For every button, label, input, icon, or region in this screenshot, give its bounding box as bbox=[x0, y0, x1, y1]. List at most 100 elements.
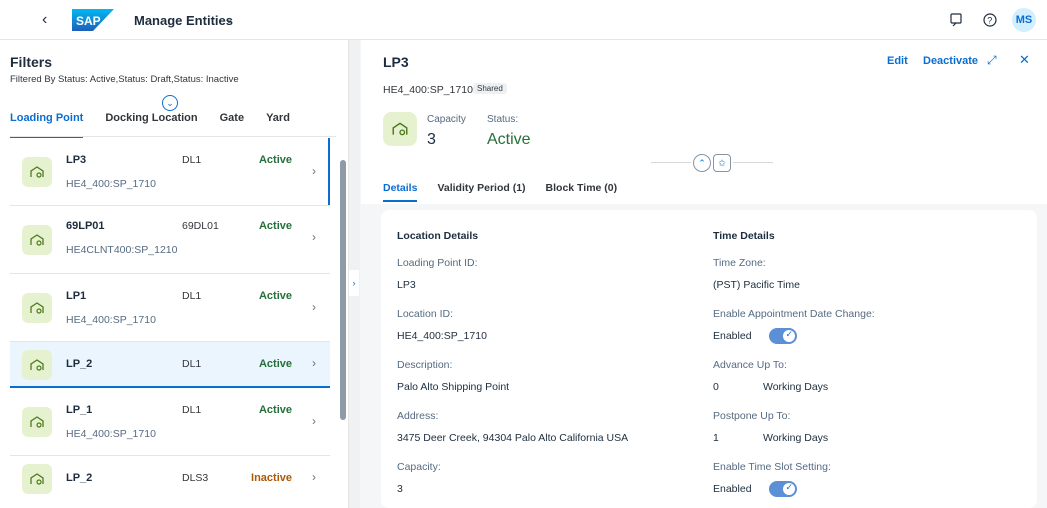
time-slot-toggle[interactable]: ✓ bbox=[769, 481, 797, 497]
item-name: LP3 bbox=[66, 154, 87, 166]
collapse-header-button[interactable]: ⌃ bbox=[693, 154, 711, 172]
detail-panel: LP3 Edit Deactivate ⤢ ✕ HE4_400:SP_1710 … bbox=[361, 40, 1047, 508]
item-docking: DL1 bbox=[182, 290, 202, 302]
capacity-field-value: 3 bbox=[397, 483, 403, 495]
tab-loading-point[interactable]: Loading Point bbox=[10, 112, 84, 138]
item-name: LP1 bbox=[66, 290, 87, 302]
loading-point-icon bbox=[22, 350, 52, 380]
item-location: HE4CLNT400:SP_1210 bbox=[66, 244, 178, 256]
avatar[interactable]: MS bbox=[1012, 8, 1036, 32]
filters-title: Filters bbox=[10, 54, 53, 70]
status-badge: Inactive bbox=[251, 472, 292, 484]
item-docking: DL1 bbox=[182, 358, 202, 370]
status-badge: Active bbox=[258, 290, 292, 302]
details-card: Location Details Loading Point ID: LP3 L… bbox=[381, 210, 1037, 508]
status-label: Status: bbox=[487, 114, 519, 125]
description-value: Palo Alto Shipping Point bbox=[397, 381, 510, 393]
status-badge: Active bbox=[258, 154, 292, 166]
entity-tabs: Loading Point Docking Location Gate Yard bbox=[10, 112, 312, 138]
capacity-value: 3 bbox=[427, 131, 436, 148]
item-location: HE4_400:SP_1710 bbox=[66, 428, 156, 440]
shell-bar: ‹ SAP Manage Entities ⌄ ? MS bbox=[0, 0, 1047, 40]
tabs-divider bbox=[10, 136, 336, 137]
appointment-change-value: Enabled bbox=[713, 330, 752, 342]
app-title[interactable]: Manage Entities bbox=[134, 13, 233, 28]
tab-validity-period[interactable]: Validity Period (1) bbox=[437, 182, 525, 202]
description-label: Description: bbox=[397, 359, 453, 371]
item-docking: DL1 bbox=[182, 404, 202, 416]
appointment-change-toggle[interactable]: ✓ bbox=[769, 328, 797, 344]
sap-logo[interactable]: SAP bbox=[72, 9, 114, 31]
fullscreen-icon[interactable]: ⤢ bbox=[987, 53, 997, 68]
list-item[interactable]: LP_2 DL1 Active › bbox=[10, 342, 330, 388]
check-icon: ✓ bbox=[785, 329, 793, 339]
detail-tabs: Details Validity Period (1) Block Time (… bbox=[383, 182, 637, 202]
deactivate-button[interactable]: Deactivate bbox=[923, 55, 978, 67]
loading-point-icon bbox=[22, 157, 52, 187]
loading-point-id-value: LP3 bbox=[397, 279, 416, 291]
tab-details[interactable]: Details bbox=[383, 182, 418, 202]
chevron-up-icon: ⌃ bbox=[698, 157, 706, 168]
location-id-value: HE4_400:SP_1710 bbox=[397, 330, 487, 342]
chevron-right-icon: › bbox=[352, 278, 356, 288]
close-icon[interactable]: ✕ bbox=[1019, 52, 1030, 68]
item-docking: DL1 bbox=[182, 154, 202, 166]
list-scrollbar[interactable] bbox=[340, 160, 346, 420]
list-item[interactable]: LP_2 DLS3 Inactive › bbox=[10, 456, 330, 502]
status-badge: Active bbox=[258, 220, 292, 232]
item-name: LP_2 bbox=[66, 358, 93, 370]
pin-header-button[interactable]: ✩ bbox=[713, 154, 731, 172]
back-icon[interactable]: ‹ bbox=[42, 11, 47, 29]
header-divider bbox=[733, 162, 773, 163]
address-value: 3475 Deer Creek, 94304 Palo Alto Califor… bbox=[397, 432, 629, 444]
postpone-up-to-unit: Working Days bbox=[763, 432, 829, 444]
tab-yard[interactable]: Yard bbox=[266, 112, 290, 138]
help-icon[interactable]: ? bbox=[980, 10, 1000, 30]
chevron-right-icon: › bbox=[312, 164, 316, 178]
loading-point-icon bbox=[383, 112, 417, 146]
item-docking: DLS3 bbox=[182, 472, 209, 484]
loading-point-icon bbox=[22, 407, 52, 437]
capacity-label: Capacity bbox=[427, 114, 466, 125]
list-item[interactable]: LP3 HE4_400:SP_1710 DL1 Active › bbox=[10, 138, 330, 206]
page-title: LP3 bbox=[383, 54, 409, 70]
loading-point-icon bbox=[22, 464, 52, 494]
postpone-up-to-label: Postpone Up To: bbox=[713, 410, 791, 422]
list-panel: Filters Filtered By Status: Active,Statu… bbox=[0, 40, 348, 508]
tab-gate[interactable]: Gate bbox=[220, 112, 244, 138]
capacity-field-label: Capacity: bbox=[397, 461, 441, 473]
item-docking: 69DL01 bbox=[182, 220, 219, 232]
check-icon: ✓ bbox=[785, 482, 793, 492]
notification-icon[interactable] bbox=[946, 10, 966, 30]
chevron-right-icon: › bbox=[312, 470, 316, 484]
selection-indicator bbox=[328, 138, 330, 205]
time-zone-label: Time Zone: bbox=[713, 257, 766, 269]
collapse-header-button[interactable]: ⌄ bbox=[162, 95, 178, 111]
chevron-right-icon: › bbox=[312, 230, 316, 244]
location-id-label: Location ID: bbox=[397, 308, 454, 320]
edit-button[interactable]: Edit bbox=[887, 55, 908, 67]
list-item[interactable]: LP1 HE4_400:SP_1710 DL1 Active › bbox=[10, 274, 330, 342]
location-subtitle: HE4_400:SP_1710 bbox=[383, 84, 473, 96]
filters-summary: Filtered By Status: Active,Status: Draft… bbox=[10, 74, 239, 85]
postpone-up-to-value: 1 bbox=[713, 432, 719, 444]
list-item[interactable]: 69LP01 HE4CLNT400:SP_1210 69DL01 Active … bbox=[10, 206, 330, 274]
appointment-change-label: Enable Appointment Date Change: bbox=[713, 308, 875, 320]
address-label: Address: bbox=[397, 410, 439, 422]
chevron-right-icon: › bbox=[312, 300, 316, 314]
loading-point-icon bbox=[22, 293, 52, 323]
chevron-right-icon: › bbox=[312, 414, 316, 428]
list-item[interactable]: LP_1 HE4_400:SP_1710 DL1 Active › bbox=[10, 388, 330, 456]
chevron-down-icon[interactable]: ⌄ bbox=[224, 12, 234, 26]
expand-panel-button[interactable]: › bbox=[349, 270, 359, 296]
header-divider bbox=[651, 162, 691, 163]
tab-block-time[interactable]: Block Time (0) bbox=[546, 182, 618, 202]
advance-up-to-unit: Working Days bbox=[763, 381, 829, 393]
tab-docking-location[interactable]: Docking Location bbox=[105, 112, 197, 138]
loading-point-list: LP3 HE4_400:SP_1710 DL1 Active › 69LP01 … bbox=[10, 138, 330, 502]
status-badge: Active bbox=[258, 404, 292, 416]
status-value: Active bbox=[487, 131, 531, 148]
chevron-down-icon: ⌄ bbox=[166, 97, 174, 108]
item-location: HE4_400:SP_1710 bbox=[66, 178, 156, 190]
advance-up-to-label: Advance Up To: bbox=[713, 359, 787, 371]
